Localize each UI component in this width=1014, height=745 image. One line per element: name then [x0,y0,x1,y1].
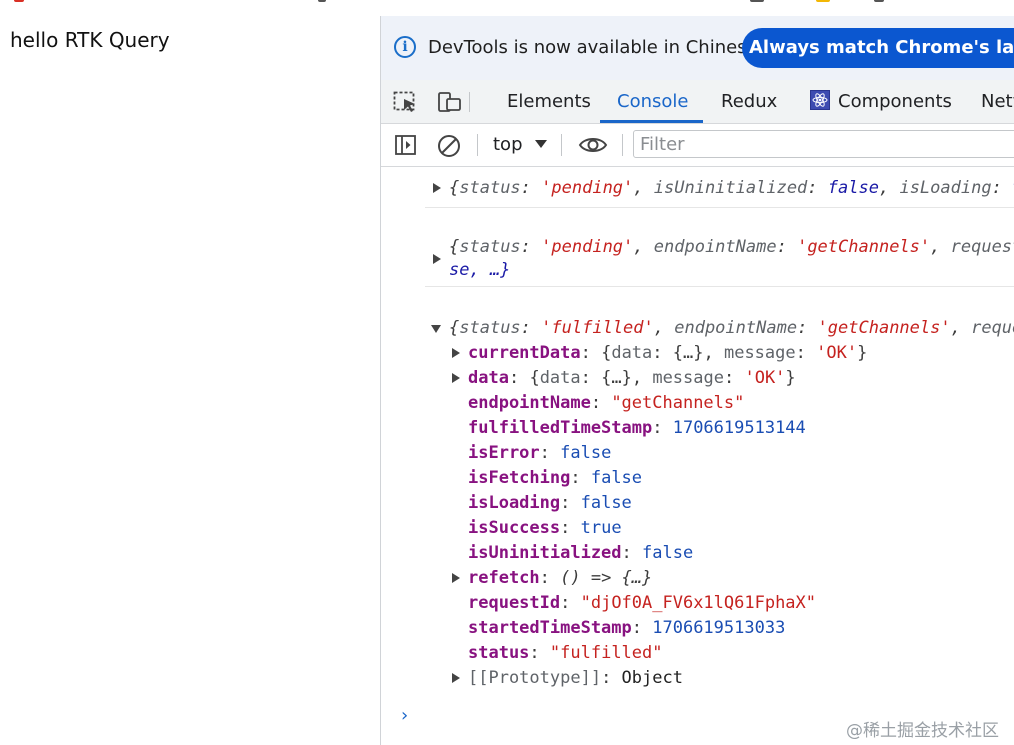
message-divider [425,207,1014,208]
prop-isFetching: isFetching: false [468,468,643,488]
infobar-message: DevTools is now available in Chinese! [428,37,765,58]
page-hello-text: hello RTK Query [10,28,170,52]
active-tab-indicator [600,120,703,123]
console-output: {status: 'pending', isUninitialized: fal… [381,167,1014,745]
clear-console-icon[interactable] [437,134,463,157]
tab-console[interactable]: Console [617,80,688,123]
prop-requestId: requestId: "djOf0A_FV6x1lQ61FphaX" [468,593,817,613]
tab-network[interactable]: Network [981,80,1014,123]
prop-fulfilledTimeStamp: fulfilledTimeStamp: 1706619513144 [468,418,806,438]
eye-icon[interactable] [578,134,608,156]
sidebar-toggle-icon[interactable] [394,134,420,156]
element-picker-icon[interactable] [393,91,419,113]
devtools-tabbar: Elements Console Redux Components Networ… [381,80,1014,124]
prop-isSuccess: isSuccess: true [468,518,622,538]
watermark: @稀土掘金技术社区 [846,721,999,741]
toolbar-separator [477,134,478,156]
toolbar-separator [622,134,623,156]
tab-components[interactable]: Components [810,80,952,123]
expand-triangle-icon[interactable] [433,183,441,193]
prop-refetch[interactable]: refetch: () => {…} [468,566,652,590]
top-edge-mark [750,0,764,2]
top-edge-mark [14,0,24,2]
top-edge-mark [816,0,830,2]
expand-triangle-icon[interactable] [452,573,460,583]
prop-isError: isError: false [468,443,612,463]
console-message[interactable]: {status: 'pending', isUninitialized: fal… [449,176,1014,200]
tab-components-label: Components [838,91,952,112]
tab-elements[interactable]: Elements [507,80,591,123]
prop-startedTimeStamp: startedTimeStamp: 1706619513033 [468,618,786,638]
collapse-triangle-icon[interactable] [431,325,441,333]
tabbar-separator [469,92,470,112]
prop-currentData[interactable]: currentData: {data: {…}, message: 'OK'} [468,341,867,365]
prop-isUninitialized: isUninitialized: false [468,543,694,563]
devtools-panel: i DevTools is now available in Chinese! … [380,16,1014,745]
top-edge-mark [874,0,884,2]
message-divider [425,286,1014,287]
prop-prototype[interactable]: [[Prototype]]: Object [468,666,683,690]
toolbar-separator [561,134,562,156]
console-message[interactable]: {status: 'pending', endpointName: 'getCh… [449,235,1014,259]
info-icon: i [394,36,416,58]
page-content: hello RTK Query [0,0,380,745]
tab-redux[interactable]: Redux [721,80,777,123]
prop-endpointName: endpointName: "getChannels" [468,393,745,413]
prop-isLoading: isLoading: false [468,493,632,513]
prop-status: status: "fulfilled" [468,643,663,663]
expand-triangle-icon[interactable] [452,373,460,383]
top-edge-mark [318,0,326,2]
expand-triangle-icon[interactable] [433,254,441,264]
context-selector[interactable]: top [493,132,523,158]
language-infobar: i DevTools is now available in Chinese! … [381,16,1014,80]
react-components-icon [810,90,830,110]
console-message[interactable]: {status: 'fulfilled', endpointName: 'get… [449,316,1014,340]
device-toolbar-icon[interactable] [436,91,462,113]
expand-triangle-icon[interactable] [452,673,460,683]
console-toolbar: top [381,124,1014,167]
chevron-down-icon[interactable] [535,140,547,148]
expand-triangle-icon[interactable] [452,348,460,358]
browser-top-edge [0,0,1014,6]
prop-data[interactable]: data: {data: {…}, message: 'OK'} [468,366,796,390]
filter-input[interactable] [633,130,1014,158]
console-prompt[interactable]: › [399,705,410,726]
match-language-button[interactable]: Always match Chrome's language [742,28,1014,68]
console-message-wrap: se, …} [449,260,511,280]
